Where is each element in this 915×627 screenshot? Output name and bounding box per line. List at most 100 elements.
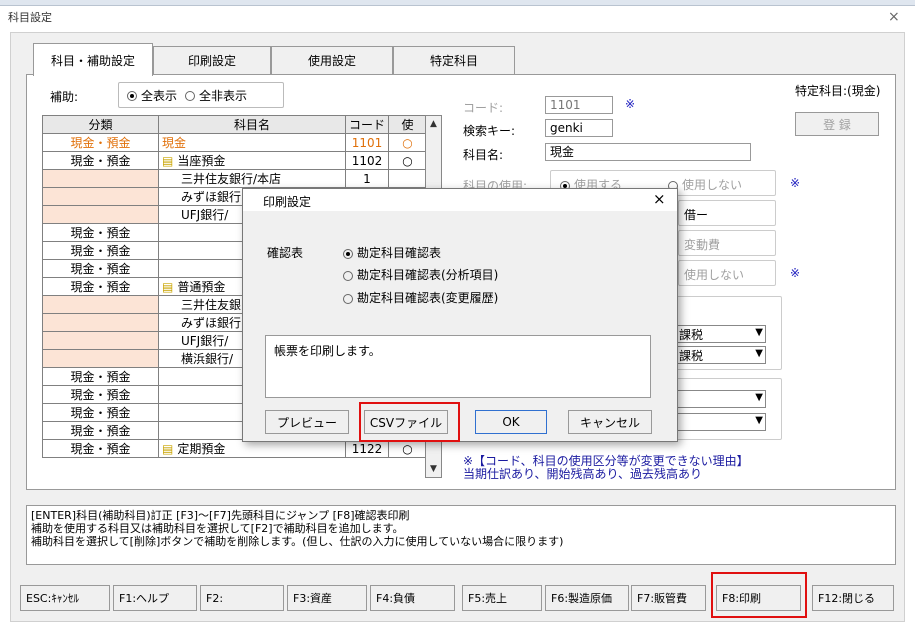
chevron-down-icon: ▼ — [755, 348, 763, 359]
register-button[interactable]: 登 録 — [795, 112, 879, 136]
hendo-text: 変動費 — [684, 238, 721, 252]
search-key-input[interactable]: genki — [545, 119, 613, 137]
cell-bunrui — [42, 313, 159, 332]
f7-sga-key[interactable]: F7:販管費 — [631, 585, 706, 611]
table-header-row: 分類 科目名 コード 使 — [42, 115, 427, 134]
kamoku-name-text: 三井住友銀行/本店 — [181, 172, 282, 186]
confirm-option-history[interactable]: 勘定科目確認表(変更履歴) — [343, 289, 498, 306]
table-row[interactable]: 現金・預金 ▤ 当座預金 1102 ○ — [42, 151, 427, 170]
table-row[interactable]: 現金・預金 ▤ 定期預金 1122 ○ — [42, 439, 427, 458]
code-asterisk: ※ — [625, 97, 636, 111]
cell-bunrui: 現金・預金 — [42, 403, 159, 422]
ok-button[interactable]: OK — [475, 410, 547, 434]
window-titlebar — [0, 6, 915, 30]
usage-asterisk: ※ — [790, 176, 801, 190]
dialog-message-box: 帳票を印刷します。 — [265, 335, 651, 398]
f5-sales-key[interactable]: F5:売上 — [462, 585, 542, 611]
dialog-close-icon[interactable]: × — [653, 190, 666, 208]
hojo-radio-group: 全表示 全非表示 — [118, 82, 284, 108]
debit-text: 借ー — [684, 208, 709, 222]
usage-nouse-radio[interactable]: 使用しない — [668, 176, 742, 193]
kamoku-name-text: UFJ銀行/ — [181, 208, 229, 222]
cancel-button[interactable]: キャンセル — [568, 410, 652, 434]
csv-highlight-box — [359, 402, 460, 442]
table-row[interactable]: 現金・預金 現金 1101 ○ — [42, 133, 427, 152]
confirm-option-standard[interactable]: 勘定科目確認表 — [343, 244, 441, 261]
status-line: 補助を使用する科目又は補助科目を選択して[F2]で補助科目を追加します。 — [31, 522, 404, 535]
print-settings-dialog: 印刷設定 × 確認表 勘定科目確認表 勘定科目確認表(分析項目) 勘定科目確認表… — [242, 188, 678, 442]
kamoku-name-text: UFJ銀行/ — [181, 334, 229, 348]
f2-key[interactable]: F2: — [200, 585, 284, 611]
search-key-label: 検索キー: — [463, 124, 516, 138]
cell-bunrui: 現金・預金 — [42, 241, 159, 260]
header-kamoku-name[interactable]: 科目名 — [158, 115, 346, 134]
cell-use: ○ — [388, 151, 427, 170]
kamoku-name-text: 当座預金 — [177, 154, 226, 168]
cell-bunrui: 現金・預金 — [42, 133, 159, 152]
cell-bunrui: 現金・預金 — [42, 259, 159, 278]
tab-usage-settings[interactable]: 使用設定 — [271, 46, 393, 74]
window-close-icon[interactable]: × — [888, 9, 900, 25]
scroll-down-icon[interactable]: ▼ — [426, 461, 441, 477]
cell-use: ○ — [388, 439, 427, 458]
cell-kamoku-name: 現金 — [158, 133, 346, 152]
esc-cancel-key[interactable]: ESC:ｷｬﾝｾﾙ — [20, 585, 110, 611]
hojo-show-all-radio[interactable]: 全表示 — [127, 87, 177, 104]
cell-bunrui — [42, 331, 159, 350]
confirm-table-label: 確認表 — [267, 246, 304, 260]
f3-assets-key[interactable]: F3:資産 — [287, 585, 367, 611]
kamoku-name-text: 横浜銀行/ — [181, 352, 234, 366]
tax-select-1[interactable]: 課税 ▼ — [676, 325, 766, 343]
hojo-hide-all-radio[interactable]: 全非表示 — [185, 87, 247, 104]
cell-kamoku-name: ▤ 当座預金 — [158, 151, 346, 170]
cell-bunrui: 現金・預金 — [42, 151, 159, 170]
f6-manufacturing-key[interactable]: F6:製造原価 — [545, 585, 629, 611]
kamoku-name-input[interactable]: 現金 — [545, 143, 751, 161]
kamoku-name-text: 普通預金 — [177, 280, 226, 294]
cell-bunrui: 現金・預金 — [42, 223, 159, 242]
nouse-text: 使用しない — [684, 268, 745, 282]
header-code[interactable]: コード — [345, 115, 389, 134]
f4-liabilities-key[interactable]: F4:負債 — [370, 585, 455, 611]
f1-help-key[interactable]: F1:ヘルプ — [113, 585, 197, 611]
header-bunrui[interactable]: 分類 — [42, 115, 159, 134]
tab-specific-accounts[interactable]: 特定科目 — [393, 46, 515, 74]
tax-select-2[interactable]: 課税 ▼ — [676, 346, 766, 364]
radio-empty-icon — [185, 91, 196, 101]
cell-use: ○ — [388, 133, 427, 152]
option-select-2[interactable]: ▼ — [676, 413, 766, 431]
header-use[interactable]: 使 — [388, 115, 427, 134]
cell-bunrui — [42, 295, 159, 314]
radio-empty-icon — [343, 293, 353, 304]
chevron-down-icon: ▼ — [755, 392, 763, 403]
radio-selected-icon — [343, 248, 353, 259]
cell-bunrui — [42, 205, 159, 224]
tab-print-settings[interactable]: 印刷設定 — [153, 46, 271, 74]
option-select-1[interactable]: ▼ — [676, 390, 766, 408]
cell-bunrui: 現金・預金 — [42, 277, 159, 296]
table-row[interactable]: 三井住友銀行/本店 1 — [42, 169, 427, 188]
cell-code: 1102 — [345, 151, 389, 170]
cell-bunrui: 現金・預金 — [42, 421, 159, 440]
scroll-up-icon[interactable]: ▲ — [426, 116, 441, 132]
preview-button[interactable]: プレビュー — [265, 410, 349, 434]
code-input[interactable]: 1101 — [545, 96, 613, 114]
folder-icon: ▤ — [162, 280, 174, 294]
kamoku-name-text: みずほ銀行 — [181, 190, 242, 204]
tab-kamoku-hojo[interactable]: 科目・補助設定 — [33, 43, 153, 76]
kamoku-name-text: みずほ銀行 — [181, 316, 242, 330]
cell-bunrui: 現金・預金 — [42, 439, 159, 458]
cell-bunrui — [42, 169, 159, 188]
cell-kamoku-name: 三井住友銀行/本店 — [158, 169, 346, 188]
cell-bunrui: 現金・預金 — [42, 367, 159, 386]
cell-code: 1101 — [345, 133, 389, 152]
cell-kamoku-name: ▤ 定期預金 — [158, 439, 346, 458]
cell-bunrui — [42, 349, 159, 368]
confirm-option-analysis[interactable]: 勘定科目確認表(分析項目) — [343, 266, 498, 283]
f12-close-key[interactable]: F12:閉じる — [812, 585, 894, 611]
status-line: [ENTER]科目(補助科目)訂正 [F3]～[F7]先頭科目にジャンプ [F8… — [31, 509, 410, 522]
cell-bunrui — [42, 187, 159, 206]
nouse-asterisk: ※ — [790, 266, 801, 280]
status-message-box: [ENTER]科目(補助科目)訂正 [F3]～[F7]先頭科目にジャンプ [F8… — [26, 505, 896, 565]
cell-bunrui: 現金・預金 — [42, 385, 159, 404]
